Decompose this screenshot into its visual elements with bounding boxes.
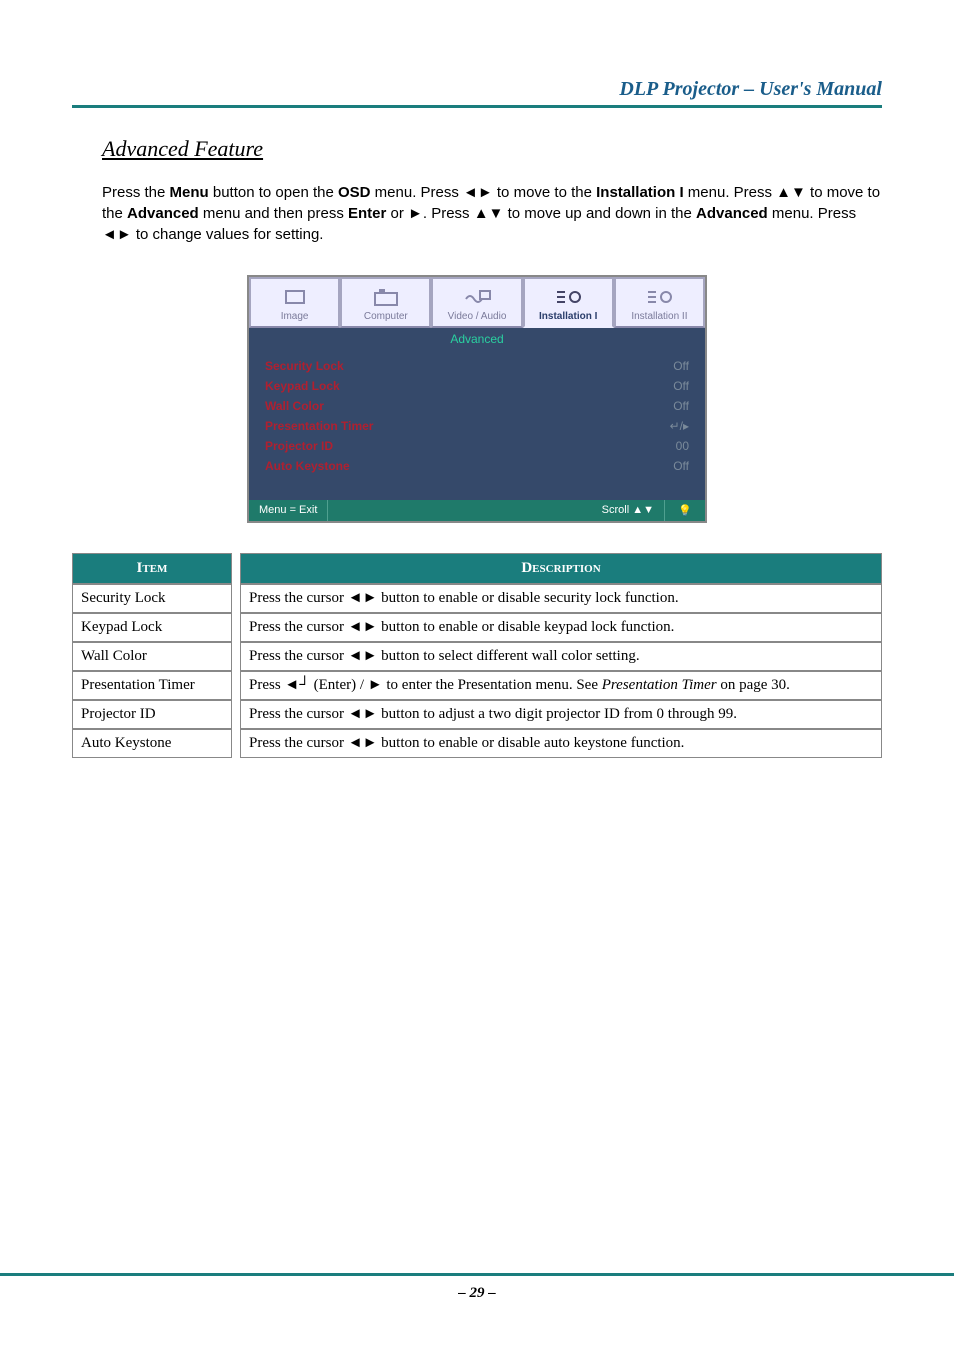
osd-tab-installation-i: Installation I — [523, 277, 614, 328]
table-cell-desc: Press the cursor ◄► button to enable or … — [240, 729, 882, 758]
osd-tabs: Image Computer Video / Audio Installation I… — [249, 277, 705, 328]
osd-screenshot: Image Computer Video / Audio Installation I… — [247, 275, 707, 523]
osd-row-value: Off — [673, 379, 689, 393]
table-cell-desc: Press the cursor ◄► button to enable or … — [240, 613, 882, 642]
osd-row: Projector ID 00 — [265, 436, 689, 456]
instructions-paragraph: Press the Menu button to open the OSD me… — [102, 182, 882, 245]
table-header-item: Item — [72, 553, 232, 584]
table-cell-desc: Press the cursor ◄► button to adjust a t… — [240, 700, 882, 729]
osd-row-key: Security Lock — [265, 359, 344, 373]
tab-label: Computer — [344, 311, 427, 322]
tab-label: Video / Audio — [435, 311, 518, 322]
tab-label: Installation I — [527, 311, 610, 322]
table-cell-desc: Press the cursor ◄► button to enable or … — [240, 584, 882, 613]
help-icon: 💡 — [665, 500, 705, 521]
section-title: Advanced Feature — [102, 136, 882, 162]
osd-row-key: Presentation Timer — [265, 419, 373, 433]
description-table: Item Description Security Lock Press the … — [72, 553, 882, 758]
page-number: – 29 – — [458, 1285, 496, 1301]
osd-tab-installation-ii: Installation II — [614, 277, 705, 328]
tab-icon — [253, 285, 336, 311]
osd-row-value: 00 — [676, 439, 689, 453]
tab-label: Installation II — [618, 311, 701, 322]
table-cell-item: Presentation Timer — [72, 671, 232, 700]
osd-row: Auto Keystone Off — [265, 456, 689, 476]
osd-tab-image: Image — [249, 277, 340, 328]
osd-body: Security LockOffKeypad LockOffWall Color… — [249, 350, 705, 500]
table-cell-item: Keypad Lock — [72, 613, 232, 642]
tab-label: Image — [253, 311, 336, 322]
osd-row-value: ↵/▸ — [670, 419, 689, 433]
table-header-desc: Description — [240, 553, 882, 584]
table-cell-item: Projector ID — [72, 700, 232, 729]
tab-icon — [344, 285, 427, 311]
table-row: Security Lock Press the cursor ◄► button … — [72, 584, 882, 613]
osd-row: Security Lock Off — [265, 356, 689, 376]
header-title: DLP Projector – User's Manual — [619, 78, 882, 100]
table-cell-desc: Press the cursor ◄► button to select dif… — [240, 642, 882, 671]
table-row: Keypad Lock Press the cursor ◄► button to… — [72, 613, 882, 642]
table-row: Presentation Timer Press ◄┘ (Enter) / ► t… — [72, 671, 882, 700]
osd-footer: Menu = Exit Scroll ▲▼ 💡 — [249, 500, 705, 521]
osd-row: Keypad Lock Off — [265, 376, 689, 396]
osd-row-value: Off — [673, 459, 689, 473]
table-cell-item: Security Lock — [72, 584, 232, 613]
osd-row: Presentation Timer ↵/▸ — [265, 416, 689, 436]
osd-row-value: Off — [673, 399, 689, 413]
table-cell-item: Auto Keystone — [72, 729, 232, 758]
osd-row-key: Auto Keystone — [265, 459, 350, 473]
tab-icon — [618, 285, 701, 311]
tab-icon — [435, 285, 518, 311]
table-row: Auto Keystone Press the cursor ◄► button … — [72, 729, 882, 758]
table-cell-item: Wall Color — [72, 642, 232, 671]
osd-row: Wall Color Off — [265, 396, 689, 416]
table-row: Projector ID Press the cursor ◄► button t… — [72, 700, 882, 729]
osd-row-value: Off — [673, 359, 689, 373]
table-row: Wall Color Press the cursor ◄► button to … — [72, 642, 882, 671]
osd-row-key: Keypad Lock — [265, 379, 340, 393]
osd-row-key: Wall Color — [265, 399, 324, 413]
osd-subtitle: Advanced — [249, 328, 705, 350]
page-footer: – 29 – — [0, 1273, 954, 1302]
osd-row-key: Projector ID — [265, 439, 333, 453]
osd-footer-right: Scroll ▲▼ — [592, 500, 665, 521]
osd-footer-left: Menu = Exit — [249, 500, 328, 521]
tab-icon — [527, 285, 610, 311]
osd-tab-computer: Computer — [340, 277, 431, 328]
osd-tab-video-audio: Video / Audio — [431, 277, 522, 328]
table-cell-desc: Press ◄┘ (Enter) / ► to enter the Presen… — [240, 671, 882, 700]
page-header: DLP Projector – User's Manual — [72, 78, 882, 108]
